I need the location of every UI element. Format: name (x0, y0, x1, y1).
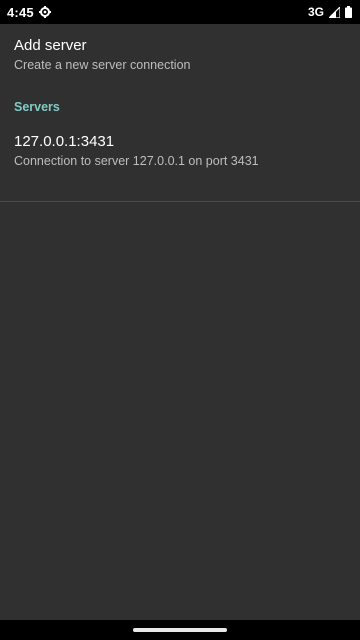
settings-gear-icon (38, 6, 51, 18)
network-type-label: 3G (307, 5, 324, 19)
add-server-item[interactable]: Add server Create a new server connectio… (0, 24, 360, 81)
status-time: 4:45 (7, 4, 34, 20)
home-gesture-handle[interactable] (133, 628, 227, 632)
server-item-summary: Connection to server 127.0.0.1 on port 3… (14, 154, 259, 168)
status-right: 3G (308, 5, 352, 19)
signal-icon (329, 6, 340, 18)
server-item-title: 127.0.0.1:3431 (14, 133, 115, 150)
server-item[interactable]: 127.0.0.1:3431 Connection to server 127.… (0, 133, 360, 202)
add-server-title: Add server (14, 37, 87, 54)
navigation-bar (0, 620, 360, 640)
screen: 4:45 3G Add server Create a new server c… (0, 0, 360, 640)
servers-category-header: Servers (14, 100, 60, 114)
settings-list: Add server Create a new server connectio… (0, 24, 360, 202)
status-left: 4:45 (7, 5, 51, 20)
add-server-summary: Create a new server connection (14, 58, 191, 72)
battery-icon (345, 6, 352, 18)
status-bar: 4:45 3G (0, 0, 360, 24)
